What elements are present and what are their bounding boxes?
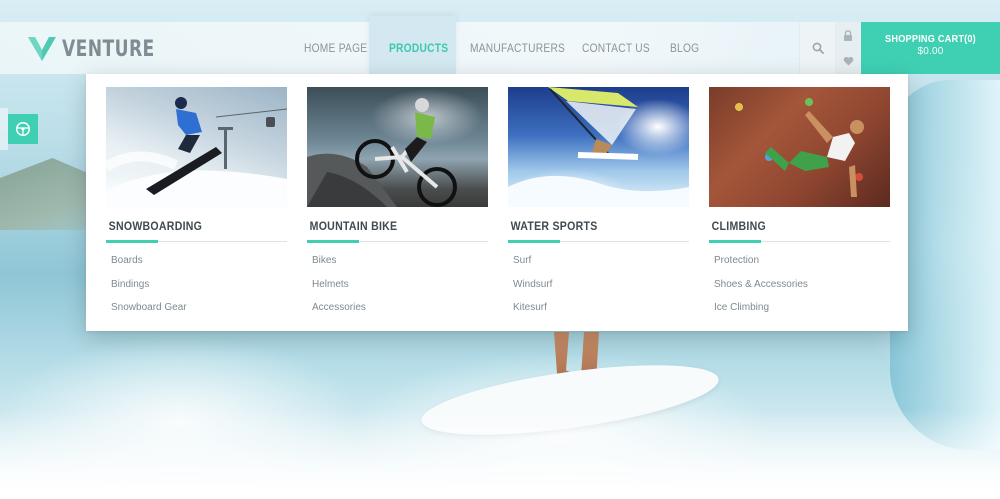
side-widget-button[interactable] [8,114,38,144]
column-links: Protection Shoes & Accessories Ice Climb… [709,252,890,323]
menu-link[interactable]: Bikes [312,252,488,276]
mountain-biker-jump-photo[interactable] [307,87,488,207]
menu-link[interactable]: Windsurf [513,276,689,300]
menu-link[interactable]: Accessories [312,299,488,323]
column-title[interactable]: CLIMBING [709,219,868,233]
divider-accent [106,240,158,243]
divider-accent [709,240,761,243]
shopping-cart-button[interactable]: SHOPPING CART(0) $0.00 [861,22,1000,74]
menu-link[interactable]: Bindings [111,276,287,300]
steering-wheel-icon [15,121,31,137]
menu-column-water-sports: WATER SPORTS Surf Windsurf Kitesurf [508,87,689,323]
windsurfer-photo[interactable] [508,87,689,207]
column-links: Bikes Helmets Accessories [307,252,488,323]
menu-column-snowboarding: SNOWBOARDING Boards Bindings Snowboard G… [106,87,287,323]
menu-column-climbing: CLIMBING Protection Shoes & Accessories … [709,87,890,323]
column-divider [307,240,488,243]
column-title[interactable]: MOUNTAIN BIKE [307,219,466,233]
divider-accent [307,240,359,243]
column-links: Boards Bindings Snowboard Gear [106,252,287,323]
cart-label: SHOPPING CART(0) [885,34,976,45]
cart-amount: $0.00 [917,46,944,57]
menu-link[interactable]: Surf [513,252,689,276]
column-links: Surf Windsurf Kitesurf [508,252,689,323]
menu-link[interactable]: Boards [111,252,287,276]
site-header: VENTURE HOME PAGE PRODUCTS MANUFACTURERS… [0,16,1000,74]
menu-link[interactable]: Kitesurf [513,299,689,323]
nav-item-products[interactable]: PRODUCTS [389,22,448,74]
background-fade [0,409,1000,499]
logo-v-icon [28,37,56,61]
column-divider [709,240,890,243]
snowboarder-jump-photo[interactable] [106,87,287,207]
nav-item-home-page[interactable]: HOME PAGE [304,22,367,74]
column-title[interactable]: SNOWBOARDING [106,219,265,233]
rock-climber-wall-photo[interactable] [709,87,890,207]
menu-link[interactable]: Snowboard Gear [111,299,287,323]
search-button[interactable] [799,22,835,74]
menu-column-mountain-bike: MOUNTAIN BIKE Bikes Helmets Accessories [307,87,488,323]
account-icons [835,22,861,74]
menu-link[interactable]: Shoes & Accessories [714,276,890,300]
nav-item-manufacturers[interactable]: MANUFACTURERS [470,22,565,74]
menu-link[interactable]: Helmets [312,276,488,300]
divider-accent [508,240,560,243]
menu-link[interactable]: Ice Climbing [714,299,890,323]
column-divider [106,240,287,243]
brand-logo[interactable]: VENTURE [26,34,181,64]
column-divider [508,240,689,243]
nav-item-blog[interactable]: BLOG [670,22,699,74]
column-title[interactable]: WATER SPORTS [508,219,667,233]
brand-name: VENTURE [62,36,155,62]
heart-icon[interactable] [843,56,854,66]
lock-icon[interactable] [843,29,853,41]
menu-link[interactable]: Protection [714,252,890,276]
search-icon [812,42,824,54]
side-tab [0,108,8,150]
products-mega-menu: SNOWBOARDING Boards Bindings Snowboard G… [86,74,908,331]
nav-item-contact-us[interactable]: CONTACT US [582,22,650,74]
